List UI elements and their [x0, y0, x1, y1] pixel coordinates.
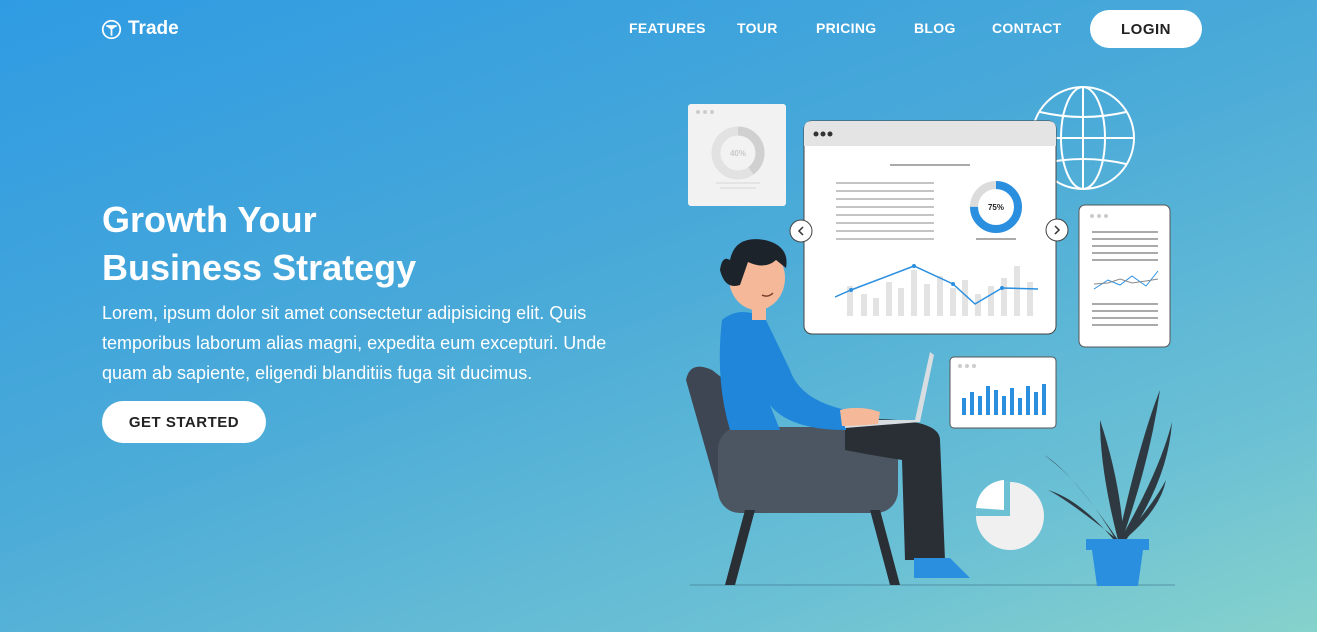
trade-logo-icon	[101, 19, 122, 39]
nav-link-pricing[interactable]: PRICING	[816, 20, 876, 36]
small-card-percent: 40%	[730, 149, 746, 158]
hero-illustration: 40% 75%	[686, 86, 1175, 586]
document-card	[1078, 204, 1171, 348]
plant-icon	[1044, 390, 1172, 586]
bar-chart-card	[949, 356, 1057, 429]
nav-link-blog[interactable]: BLOG	[914, 20, 956, 36]
nav-link-contact[interactable]: CONTACT	[992, 20, 1062, 36]
get-started-button[interactable]: GET STARTED	[102, 401, 266, 443]
carousel-prev-icon[interactable]	[789, 219, 813, 243]
top-navbar: Trade FEATURES TOUR PRICING BLOG CONTACT…	[0, 0, 1317, 58]
brand-name: Trade	[128, 18, 179, 39]
login-button[interactable]: LOGIN	[1090, 10, 1202, 48]
hero-title-line1: Growth Your	[102, 199, 317, 240]
pie-chart-icon	[976, 480, 1044, 550]
brand-logo[interactable]: Trade	[101, 18, 179, 40]
hero-title-line2: Business Strategy	[102, 247, 417, 288]
main-dashboard-card: 75%	[803, 120, 1057, 335]
small-donut-card: 40%	[688, 104, 786, 206]
carousel-next-icon[interactable]	[1045, 218, 1069, 242]
main-card-percent: 75%	[988, 203, 1004, 212]
nav-link-tour[interactable]: TOUR	[737, 20, 778, 36]
hero-title: Growth Your Business Strategy	[102, 196, 416, 292]
nav-link-features[interactable]: FEATURES	[629, 20, 706, 36]
hero-description: Lorem, ipsum dolor sit amet consectetur …	[102, 303, 607, 383]
